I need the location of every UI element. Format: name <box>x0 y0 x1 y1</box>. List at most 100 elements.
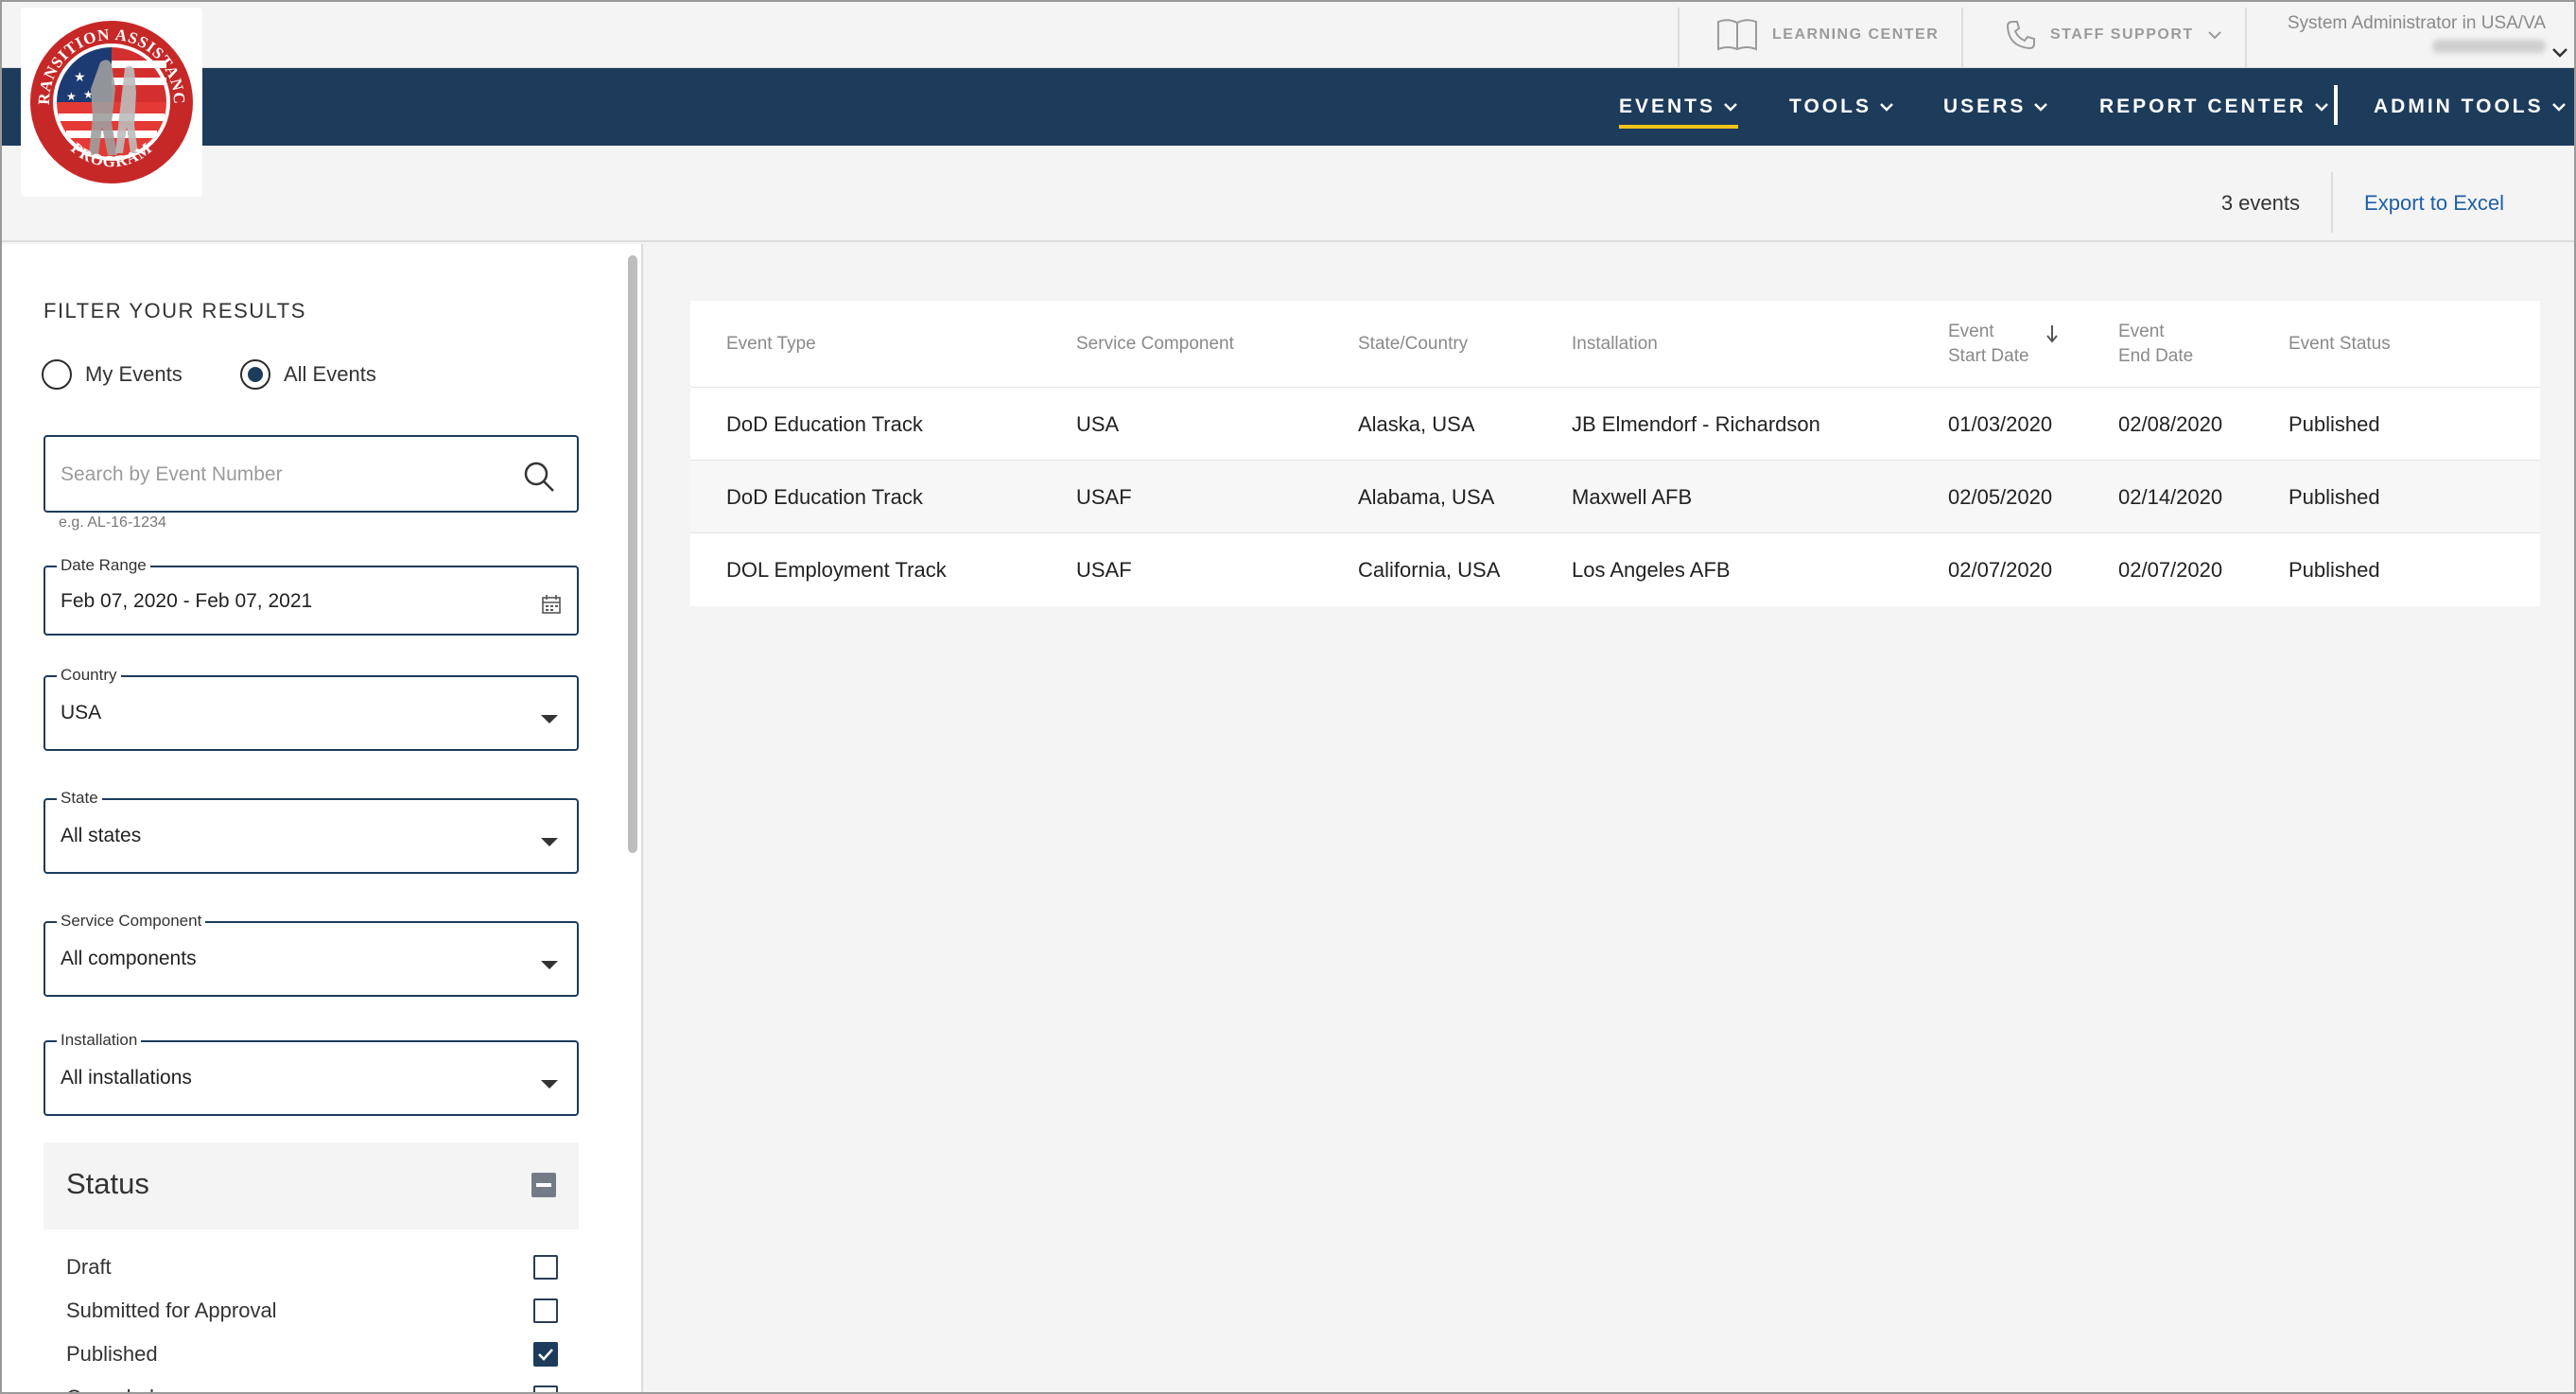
service-component-value: All components <box>61 948 197 969</box>
cell-service-component: USAF <box>1076 557 1132 582</box>
chevron-down-icon <box>2551 103 2566 112</box>
chevron-down-icon <box>2034 103 2048 112</box>
nav-item-label: TOOLS <box>1789 96 1871 117</box>
checkbox-checked[interactable] <box>533 1342 558 1367</box>
radio-label: All Events <box>284 362 376 386</box>
table-row[interactable]: DoD Education Track USAF Alabama, USA Ma… <box>690 461 2540 533</box>
country-select[interactable]: Country USA <box>44 665 579 751</box>
check-icon <box>538 1349 553 1361</box>
state-label: State <box>57 788 102 809</box>
app-window: LEARNING CENTER STAFF SUPPORT System Adm… <box>0 0 2576 1394</box>
nav-item-tools[interactable]: TOOLS <box>1789 68 1894 146</box>
cell-state-country: California, USA <box>1358 557 1501 582</box>
filter-title: FILTER YOUR RESULTS <box>44 299 306 322</box>
col-state-country[interactable]: State/Country <box>1358 301 1468 388</box>
chevron-down-icon <box>2207 31 2221 40</box>
calendar-icon[interactable] <box>541 594 562 615</box>
checkbox[interactable] <box>533 1298 558 1323</box>
status-option-label: Submitted for Approval <box>66 1298 277 1322</box>
chevron-down-icon <box>1724 103 1737 112</box>
cell-status: Published <box>2289 484 2380 509</box>
nav-item-label: EVENTS <box>1619 96 1716 117</box>
results-bar: 3 events Export to Excel <box>2 146 2574 242</box>
nav-item-report-center[interactable]: REPORT CENTER <box>2099 68 2329 146</box>
export-to-excel-link[interactable]: Export to Excel <box>2364 191 2504 216</box>
cell-status: Published <box>2289 557 2380 582</box>
installation-value: All installations <box>61 1067 192 1089</box>
col-label: Event <box>1948 322 1994 341</box>
state-value: All states <box>61 825 142 846</box>
status-option-published[interactable]: Published <box>66 1335 558 1373</box>
staff-support-menu[interactable]: STAFF SUPPORT <box>2005 8 2222 62</box>
nav-item-users[interactable]: USERS <box>1943 68 2048 146</box>
col-label: Service Component <box>1076 334 1234 354</box>
radio-button-selected[interactable] <box>240 359 270 390</box>
nav-item-label: ADMIN TOOLS <box>2374 96 2544 117</box>
status-option-draft[interactable]: Draft <box>66 1248 558 1286</box>
checkbox[interactable] <box>533 1255 558 1280</box>
table-row[interactable]: DoD Education Track USA Alaska, USA JB E… <box>690 388 2540 461</box>
nav-item-admin-tools[interactable]: ADMIN TOOLS <box>2374 68 2567 146</box>
cell-start-date: 01/03/2020 <box>1948 411 2053 436</box>
cell-end-date: 02/08/2020 <box>2118 411 2223 436</box>
installation-label: Installation <box>57 1030 142 1051</box>
status-option-label: Published <box>66 1342 158 1366</box>
radio-all-events[interactable]: All Events <box>240 359 376 390</box>
col-event-end-date[interactable]: Event End Date <box>2118 301 2193 388</box>
col-event-type[interactable]: Event Type <box>726 301 816 388</box>
utility-separator <box>1961 8 1963 68</box>
chevron-down-icon[interactable] <box>2551 47 2568 59</box>
sidebar-scrollbar[interactable] <box>628 255 637 853</box>
chevron-down-icon <box>1880 103 1893 112</box>
tap-logo[interactable]: ★ ★ ★ TRANSITION ASSISTANCE PROGRAM <box>15 2 202 197</box>
status-option-canceled[interactable]: Canceled <box>66 1379 558 1392</box>
search-input[interactable] <box>61 460 496 490</box>
radio-button[interactable] <box>42 359 72 390</box>
events-table: Event Type Service Component State/Count… <box>690 301 2540 606</box>
date-range-field[interactable]: Date Range Feb 07, 2020 - Feb 07, 2021 <box>44 555 579 636</box>
cell-event-type: DoD Education Track <box>726 411 923 436</box>
col-installation[interactable]: Installation <box>1572 301 1658 388</box>
svg-text:★: ★ <box>66 90 77 103</box>
cell-start-date: 02/05/2020 <box>1948 484 2053 509</box>
nav-item-label: REPORT CENTER <box>2099 96 2306 117</box>
caret-down-icon <box>541 838 558 846</box>
radio-label: My Events <box>85 362 183 386</box>
nav-divider <box>2334 85 2338 125</box>
main-content: Event Type Service Component State/Count… <box>645 244 2574 1392</box>
col-label: Installation <box>1572 334 1658 354</box>
radio-my-events[interactable]: My Events <box>42 359 183 390</box>
status-option-label: Canceled <box>66 1385 154 1392</box>
svg-text:★: ★ <box>74 69 86 84</box>
event-count: 3 events <box>2220 191 2300 215</box>
cell-end-date: 02/14/2020 <box>2118 484 2223 509</box>
col-event-status[interactable]: Event Status <box>2289 301 2391 388</box>
status-option-submitted[interactable]: Submitted for Approval <box>66 1292 558 1330</box>
tap-seal-icon: ★ ★ ★ TRANSITION ASSISTANCE PROGRAM <box>15 2 199 189</box>
service-component-label: Service Component <box>57 911 206 932</box>
learning-center-label: LEARNING CENTER <box>1772 26 1940 43</box>
state-select[interactable]: State All states <box>44 788 579 874</box>
service-component-select[interactable]: Service Component All components <box>44 911 579 997</box>
results-separator <box>2331 172 2333 233</box>
sort-descending-icon[interactable] <box>2045 323 2060 344</box>
cell-state-country: Alaska, USA <box>1358 411 1475 436</box>
col-service-component[interactable]: Service Component <box>1076 301 1234 388</box>
phone-icon <box>2006 21 2035 50</box>
collapse-icon[interactable] <box>531 1173 556 1197</box>
search-hint: e.g. AL-16-1234 <box>59 514 166 531</box>
col-event-start-date[interactable]: Event Start Date <box>1948 301 2060 388</box>
checkbox[interactable] <box>533 1385 558 1392</box>
installation-select[interactable]: Installation All installations <box>44 1030 579 1116</box>
main-nav: EVENTS TOOLS USERS REPORT CENTER ADMIN T… <box>2 68 2574 146</box>
user-menu[interactable]: System Administrator in USA/VA <box>2243 13 2546 58</box>
status-section-header[interactable]: Status <box>44 1142 579 1229</box>
book-icon <box>1717 19 1757 51</box>
learning-center-link[interactable]: LEARNING CENTER <box>1715 8 1939 62</box>
nav-item-events[interactable]: EVENTS <box>1619 68 1739 146</box>
search-icon[interactable] <box>522 460 556 494</box>
col-label: Event Status <box>2289 334 2391 354</box>
country-value: USA <box>61 702 102 723</box>
cell-installation: Los Angeles AFB <box>1572 557 1731 582</box>
table-row[interactable]: DOL Employment Track USAF California, US… <box>690 533 2540 606</box>
